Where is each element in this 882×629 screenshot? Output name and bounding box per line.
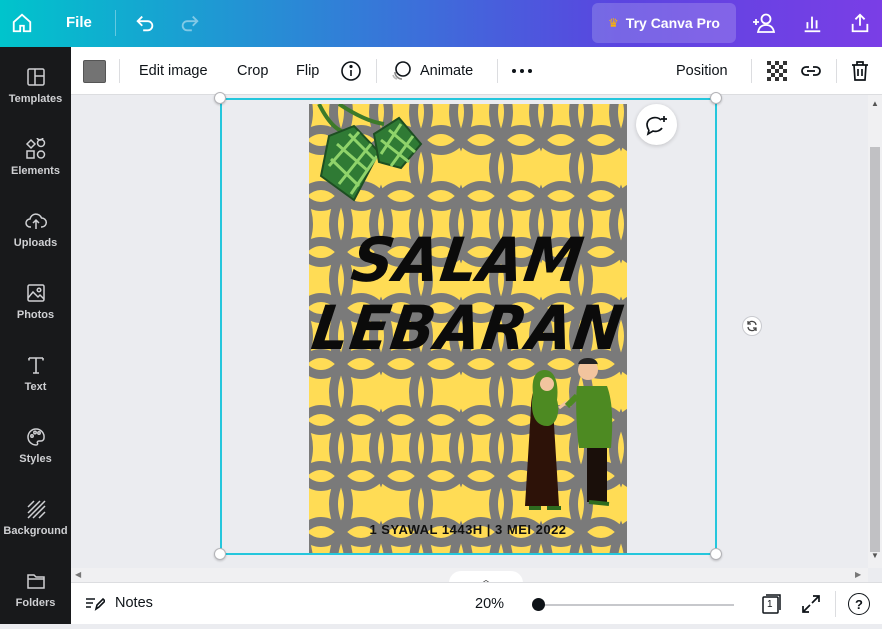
- fullscreen-icon[interactable]: [801, 594, 821, 614]
- sidebar-item-background[interactable]: Background: [0, 497, 71, 557]
- resize-handle-top-right[interactable]: [710, 92, 722, 104]
- crop-button[interactable]: Crop: [237, 63, 268, 79]
- page-count: 1: [767, 599, 773, 610]
- vertical-scrollbar[interactable]: ▲ ▼: [868, 95, 882, 568]
- help-label: ?: [855, 596, 863, 612]
- more-options-icon[interactable]: [510, 59, 534, 83]
- sidebar-item-styles[interactable]: Styles: [0, 425, 71, 485]
- sidebar-label: Elements: [11, 165, 60, 177]
- zoom-slider-track[interactable]: [538, 604, 734, 606]
- toolbar-divider: [751, 59, 752, 83]
- undo-icon[interactable]: [133, 11, 157, 35]
- home-icon[interactable]: [10, 11, 34, 35]
- sidebar-label: Styles: [19, 453, 52, 465]
- scrollbar-thumb[interactable]: [870, 147, 880, 552]
- chart-icon[interactable]: [799, 10, 825, 36]
- sidebar-item-folders[interactable]: Folders: [0, 569, 71, 629]
- sidebar-item-elements[interactable]: Elements: [0, 137, 71, 197]
- trash-icon[interactable]: [848, 59, 872, 83]
- animate-icon: [389, 59, 413, 83]
- toolbar-divider: [836, 59, 837, 83]
- add-people-icon[interactable]: [751, 10, 777, 36]
- resize-handle-top-left[interactable]: [214, 92, 226, 104]
- photo-icon: [24, 281, 48, 305]
- scroll-right-icon[interactable]: ▶: [855, 570, 861, 579]
- toolbar-divider: [119, 59, 120, 83]
- scroll-down-icon[interactable]: ▼: [871, 551, 879, 560]
- sidebar-label: Photos: [16, 309, 55, 321]
- transparency-icon[interactable]: [765, 59, 789, 83]
- animate-button[interactable]: Animate: [420, 63, 473, 79]
- info-icon[interactable]: [339, 59, 363, 83]
- bottombar-divider: [835, 591, 836, 617]
- topbar-divider: [115, 10, 116, 36]
- top-bar: File ♛ Try Canva Pro: [0, 0, 882, 47]
- try-pro-button[interactable]: ♛ Try Canva Pro: [592, 3, 736, 43]
- edit-image-button[interactable]: Edit image: [139, 63, 208, 79]
- templates-icon: [24, 65, 48, 89]
- resize-handle-bottom-right[interactable]: [710, 548, 722, 560]
- page-count-button[interactable]: 1: [760, 593, 782, 615]
- sidebar-item-photos[interactable]: Photos: [0, 281, 71, 341]
- scroll-left-icon[interactable]: ◀: [75, 570, 81, 579]
- sidebar-item-templates[interactable]: Templates: [0, 65, 71, 125]
- folder-icon: [24, 569, 48, 593]
- sidebar-item-uploads[interactable]: Uploads: [0, 209, 71, 269]
- sidebar-label: Templates: [8, 93, 63, 105]
- crown-icon: ♛: [608, 16, 619, 30]
- toolbar-divider: [497, 59, 498, 83]
- sidebar-item-text[interactable]: Text: [0, 353, 71, 413]
- sidebar: Templates Elements Uploads Photos Text S…: [0, 47, 71, 624]
- link-icon[interactable]: [799, 59, 823, 83]
- text-icon: [24, 353, 48, 377]
- notes-label: Notes: [115, 595, 153, 611]
- palette-icon: [24, 425, 48, 449]
- sidebar-label: Background: [3, 525, 68, 537]
- notes-icon: [86, 597, 105, 611]
- scroll-up-icon[interactable]: ▲: [871, 99, 879, 108]
- share-icon[interactable]: [847, 10, 873, 36]
- redo-icon[interactable]: [178, 11, 202, 35]
- add-comment-button[interactable]: [636, 104, 677, 145]
- elements-icon: [24, 137, 48, 161]
- toolbar-divider: [376, 59, 377, 83]
- sidebar-label: Folders: [15, 597, 56, 609]
- selection-frame: [220, 98, 717, 555]
- position-button[interactable]: Position: [676, 63, 728, 79]
- zoom-slider-knob[interactable]: [532, 598, 545, 611]
- upload-cloud-icon: [24, 209, 48, 233]
- context-toolbar: Edit image Crop Flip Animate Position: [71, 47, 882, 95]
- sidebar-label: Uploads: [13, 237, 58, 249]
- pattern-icon: [24, 497, 48, 521]
- try-pro-label: Try Canva Pro: [625, 15, 720, 31]
- zoom-level[interactable]: 20%: [475, 596, 504, 612]
- bottom-bar: Notes 20% 1 ?: [71, 582, 882, 624]
- color-swatch[interactable]: [83, 60, 106, 83]
- rotate-icon[interactable]: [742, 316, 762, 336]
- sidebar-label: Text: [24, 381, 47, 393]
- comment-plus-icon: [645, 115, 667, 136]
- file-menu[interactable]: File: [66, 14, 92, 31]
- flip-button[interactable]: Flip: [296, 63, 319, 79]
- notes-button[interactable]: Notes: [85, 595, 153, 611]
- resize-handle-bottom-left[interactable]: [214, 548, 226, 560]
- help-button[interactable]: ?: [848, 593, 870, 615]
